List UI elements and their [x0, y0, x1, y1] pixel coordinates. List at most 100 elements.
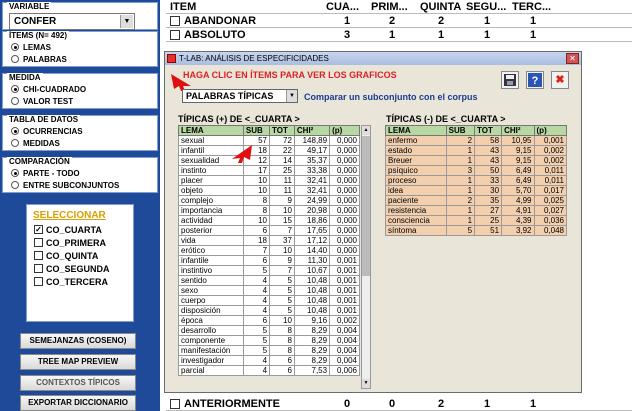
table-row[interactable]: componente 5 8 8,29 0,004	[178, 335, 360, 346]
checkbox[interactable]	[170, 30, 180, 40]
table-row[interactable]: parcial 4 6 7,53 0,006	[178, 365, 360, 376]
table-row[interactable]: sexualidad 12 14 35,37 0,000	[178, 155, 360, 166]
table-row[interactable]: infantil 18 22 49,17 0,000	[178, 145, 360, 156]
radio-comparacion-1[interactable]: ENTRE SUBCONJUNTOS	[11, 179, 157, 191]
tree-map-preview-button[interactable]: TREE MAP PREVIEW	[20, 354, 136, 370]
column-header[interactable]: (p)	[329, 125, 360, 136]
radio-medida-1[interactable]: VALOR TEST	[11, 95, 157, 107]
radio-tabla-1[interactable]: MEDIDAS	[11, 137, 157, 149]
subset-item[interactable]: CO_SEGUNDA	[34, 262, 133, 275]
radio-tabla-0[interactable]: OCURRENCIAS	[11, 125, 157, 137]
list-type-select[interactable]: PALABRAS TÍPICAS ▼	[182, 89, 298, 103]
positive-scrollbar[interactable]: ▲ ▼	[361, 125, 371, 389]
col-primera[interactable]: PRIM...	[371, 1, 408, 13]
contextos-tipicos-button[interactable]: CONTEXTOS TÍPICOS	[20, 375, 136, 391]
radio-items-1[interactable]: PALABRAS	[11, 53, 157, 65]
col-cuarta[interactable]: CUA...	[326, 1, 359, 13]
table-row[interactable]: paciente 2 35 4,99 0,025	[385, 195, 568, 206]
radio-button-icon[interactable]	[11, 97, 19, 105]
radio-button-icon[interactable]	[11, 55, 19, 63]
checkbox[interactable]	[34, 277, 43, 286]
checkbox[interactable]	[170, 16, 180, 26]
table-row[interactable]: ABSOLUTO 3 1 1 1 1	[166, 28, 632, 42]
subset-item[interactable]: CO_QUINTA	[34, 249, 133, 262]
radio-button-icon[interactable]	[11, 139, 19, 147]
close-icon[interactable]: ✖	[551, 71, 569, 89]
column-header[interactable]: CHI²	[501, 125, 535, 136]
radio-button-icon[interactable]	[11, 181, 19, 189]
close-icon[interactable]: ✕	[566, 53, 579, 64]
table-row[interactable]: complejo 8 9 24,99 0,000	[178, 195, 360, 206]
column-header[interactable]: LEMA	[178, 125, 244, 136]
table-row[interactable]: estado 1 43 9,15 0,002	[385, 145, 568, 156]
table-row[interactable]: idea 1 30 5,70 0,017	[385, 185, 568, 196]
col-tercera[interactable]: TERC...	[512, 1, 551, 13]
radio-button-icon[interactable]	[11, 169, 19, 177]
column-header[interactable]: TOT	[269, 125, 295, 136]
radio-medida-0[interactable]: CHI-CUADRADO	[11, 83, 157, 95]
help-icon[interactable]: ?	[526, 71, 544, 89]
checkbox[interactable]	[34, 251, 43, 260]
column-header[interactable]: (p)	[533, 125, 568, 136]
column-header[interactable]: SUB	[445, 125, 476, 136]
table-row[interactable]: cuerpo 4 5 10,48 0,001	[178, 295, 360, 306]
table-row[interactable]: vida 18 37 17,12 0,000	[178, 235, 360, 246]
col-segunda[interactable]: SEGU...	[466, 1, 506, 13]
scroll-down-icon[interactable]: ▼	[362, 379, 370, 388]
scroll-thumb[interactable]	[362, 136, 370, 276]
subset-item[interactable]: CO_PRIMERA	[34, 236, 133, 249]
table-row[interactable]: infantile 6 9 11,30 0,001	[178, 255, 360, 266]
table-row[interactable]: consciencia 1 25 4,39 0,036	[385, 215, 568, 226]
radio-button-icon[interactable]	[11, 127, 19, 135]
exportar-diccionario-button[interactable]: EXPORTAR DICCIONARIO	[20, 395, 136, 411]
column-header[interactable]: TOT	[474, 125, 503, 136]
table-row[interactable]: época 6 10 9,16 0,002	[178, 315, 360, 326]
scroll-up-icon[interactable]: ▲	[362, 126, 370, 135]
semejanzas-button[interactable]: SEMEJANZAS (COSENO)	[20, 333, 136, 349]
table-row[interactable]: sexual 57 72 148,89 0,000	[178, 135, 360, 146]
save-icon[interactable]	[501, 71, 519, 89]
radio-button-icon[interactable]	[11, 43, 19, 51]
subset-item[interactable]: ✓ CO_CUARTA	[34, 223, 133, 236]
table-row[interactable]: desarrollo 5 8 8,29 0,004	[178, 325, 360, 336]
chevron-down-icon[interactable]: ▼	[286, 90, 297, 102]
table-row[interactable]: objeto 10 11 32,41 0,000	[178, 185, 360, 196]
compare-subset-link[interactable]: Comparar un subconjunto con el corpus	[304, 92, 478, 102]
table-row[interactable]: erótico 7 10 14,40 0,000	[178, 245, 360, 256]
table-row[interactable]: psíquico 3 50 6,49 0,011	[385, 165, 568, 176]
checkbox[interactable]	[34, 238, 43, 247]
table-row[interactable]: manifestación 5 8 8,29 0,004	[178, 345, 360, 356]
red-arrow-icon	[232, 145, 252, 163]
variable-select[interactable]: CONFER ▼	[9, 13, 135, 30]
table-row[interactable]: Breuer 1 43 9,15 0,002	[385, 155, 568, 166]
col-quinta[interactable]: QUINTA	[420, 1, 461, 13]
table-row[interactable]: importancia 8 10 20,98 0,000	[178, 205, 360, 216]
table-row[interactable]: resistencia 1 27 4,91 0,027	[385, 205, 568, 216]
chevron-down-icon[interactable]: ▼	[120, 15, 133, 28]
col-item[interactable]: ITEM	[170, 1, 196, 13]
radio-comparacion-0[interactable]: PARTE - TODO	[11, 167, 157, 179]
subset-item[interactable]: CO_TERCERA	[34, 275, 133, 288]
radio-items-0[interactable]: LEMAS	[11, 41, 157, 53]
checkbox[interactable]	[34, 264, 43, 273]
table-row[interactable]: posterior 6 7 17,65 0,000	[178, 225, 360, 236]
checkbox[interactable]: ✓	[34, 225, 43, 234]
table-row[interactable]: disposición 4 5 10,48 0,001	[178, 305, 360, 316]
table-row[interactable]: ANTERIORMENTE 0 0 2 1 1	[166, 397, 632, 411]
table-row[interactable]: sexo 4 5 10,48 0,001	[178, 285, 360, 296]
checkbox[interactable]	[170, 399, 180, 409]
table-row[interactable]: enfermo 2 58 10,95 0,001	[385, 135, 568, 146]
table-row[interactable]: placer 10 11 32,41 0,000	[178, 175, 360, 186]
table-row[interactable]: proceso 1 33 6,49 0,011	[385, 175, 568, 186]
table-row[interactable]: actividad 10 15 18,86 0,000	[178, 215, 360, 226]
table-row[interactable]: sentido 4 5 10,48 0,001	[178, 275, 360, 286]
column-header[interactable]: SUB	[242, 125, 271, 136]
table-row[interactable]: ABANDONAR 1 2 2 1 1	[166, 14, 632, 28]
table-row[interactable]: instinto 17 25 33,38 0,000	[178, 165, 360, 176]
column-header[interactable]: LEMA	[385, 125, 447, 136]
table-row[interactable]: instintivo 5 7 10,67 0,001	[178, 265, 360, 276]
table-row[interactable]: síntoma 5 51 3,92 0,048	[385, 225, 568, 236]
column-header[interactable]: CHI²	[293, 125, 331, 136]
radio-button-icon[interactable]	[11, 85, 19, 93]
table-row[interactable]: investigador 4 6 8,29 0,004	[178, 355, 360, 366]
